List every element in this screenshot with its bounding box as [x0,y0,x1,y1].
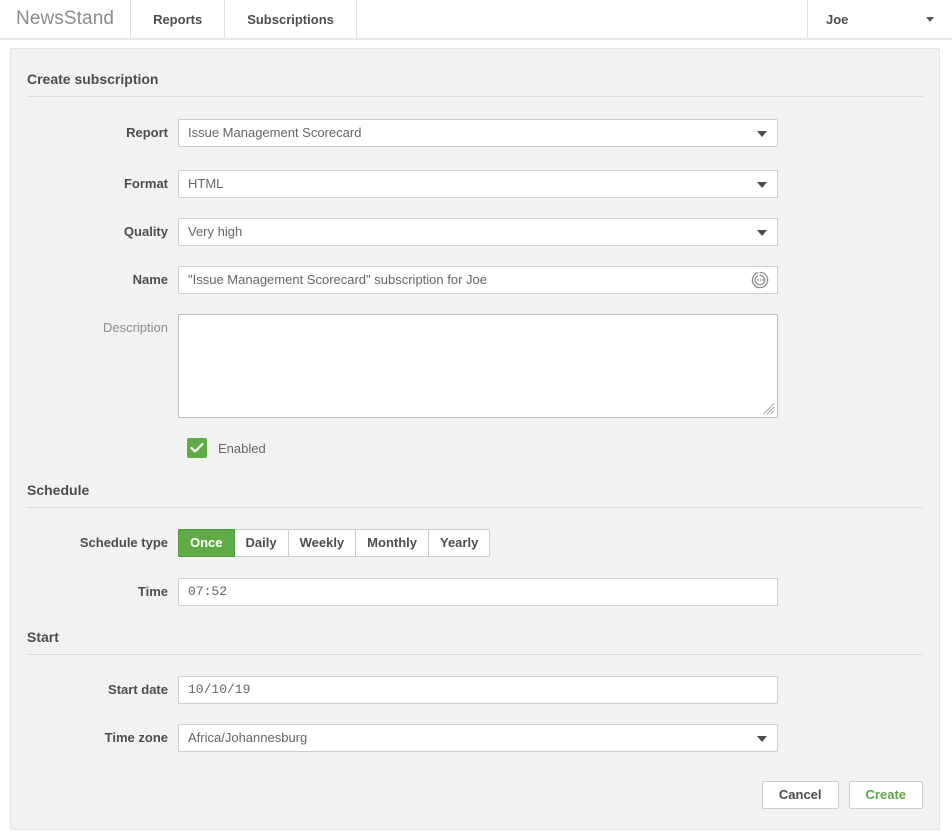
subscription-form-card: Create subscription Report Issue Managem… [10,48,940,830]
form-row-schedule-type: Schedule type Once Daily Weekly Monthly … [11,529,939,557]
format-select-wrapper[interactable]: HTML [178,170,778,198]
time-field-wrapper[interactable]: 07:52 [178,578,778,606]
format-label: Format [123,176,168,191]
form-row-format: Format HTML [11,170,939,198]
name-label: Name [132,272,168,287]
name-input[interactable]: "Issue Management Scorecard" subscriptio… [178,266,778,294]
time-zone-select-wrapper[interactable]: Africa/Johannesburg [178,724,778,752]
form-row-quality: Quality Very high [11,218,939,246]
form-row-report: Report Issue Management Scorecard [11,119,939,147]
schedule-section: Schedule [11,482,939,508]
report-label: Report [126,125,168,140]
report-select[interactable]: Issue Management Scorecard [178,119,778,147]
time-zone-select[interactable]: Africa/Johannesburg [178,724,778,752]
create-subscription-title: Create subscription [27,71,159,87]
check-icon [190,442,204,453]
schedule-type-option-monthly[interactable]: Monthly [356,529,429,557]
resize-grip-icon[interactable] [763,403,775,415]
start-title: Start [27,629,59,645]
start-date-label: Start date [108,682,168,697]
quality-select[interactable]: Very high [178,218,778,246]
start-section: Start [11,629,939,655]
section-divider [27,654,923,655]
description-field-wrapper[interactable] [178,314,778,418]
name-field-wrapper[interactable]: "Issue Management Scorecard" subscriptio… [178,266,778,294]
report-select-wrapper[interactable]: Issue Management Scorecard [178,119,778,147]
form-row-name: Name "Issue Management Scorecard" subscr… [11,266,939,294]
schedule-type-label: Schedule type [79,535,168,550]
create-button[interactable]: Create [848,781,923,809]
user-menu[interactable]: Joe [808,0,952,38]
time-label: Time [137,584,168,599]
quality-select-wrapper[interactable]: Very high [178,218,778,246]
enabled-label: Enabled [218,440,266,456]
description-label: Description [102,320,168,335]
format-select[interactable]: HTML [178,170,778,198]
regenerate-icon[interactable] [750,270,770,290]
form-row-time-zone: Time zone Africa/Johannesburg [11,724,939,752]
cancel-button[interactable]: Cancel [761,781,839,809]
enabled-checkbox[interactable] [187,438,207,458]
user-menu-label: Joe [826,11,849,27]
section-divider [27,96,923,97]
create-subscription-section: Create subscription [11,49,939,97]
time-input[interactable]: 07:52 [178,578,778,606]
schedule-type-option-yearly[interactable]: Yearly [429,529,491,557]
form-row-enabled: Enabled [11,438,939,458]
navbar-spacer [357,0,808,38]
schedule-type-option-weekly[interactable]: Weekly [288,529,357,557]
form-row-time: Time 07:52 [11,578,939,606]
nav-tab-reports[interactable]: Reports [131,0,226,38]
description-textarea[interactable] [178,314,778,418]
time-zone-label: Time zone [104,730,168,745]
form-row-start-date: Start date 10/10/19 [11,676,939,704]
start-date-field-wrapper[interactable]: 10/10/19 [178,676,778,704]
form-row-description: Description [11,314,939,418]
section-divider [27,507,923,508]
form-footer: Cancel Create [761,781,923,809]
quality-label: Quality [123,224,168,239]
schedule-type-option-once[interactable]: Once [178,529,235,557]
top-navbar: NewsStand Reports Subscriptions Joe [0,0,952,40]
start-date-input[interactable]: 10/10/19 [178,676,778,704]
nav-tab-subscriptions[interactable]: Subscriptions [225,0,357,38]
schedule-type-option-daily[interactable]: Daily [234,529,289,557]
chevron-down-icon [926,16,934,22]
schedule-type-segmented: Once Daily Weekly Monthly Yearly [178,529,491,557]
app-brand[interactable]: NewsStand [0,0,132,38]
schedule-title: Schedule [27,482,90,498]
